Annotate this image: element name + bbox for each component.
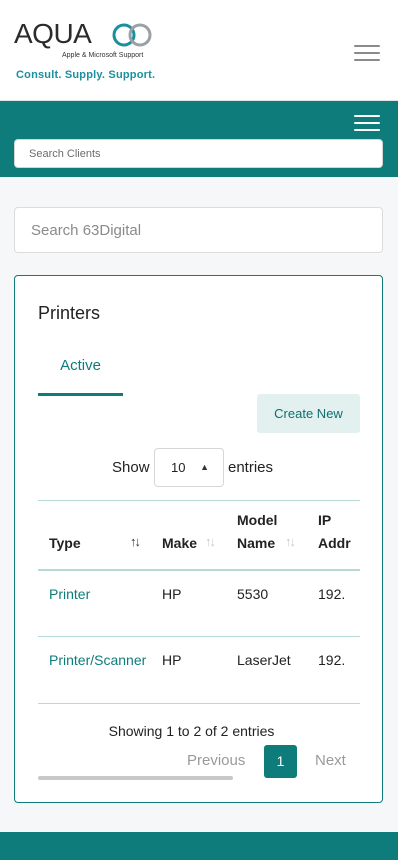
logo-rings-icon [112, 23, 152, 47]
column-header-label: Make [162, 534, 198, 551]
footer-bar [0, 832, 398, 860]
column-header-type[interactable]: Type ↑↓ [38, 500, 162, 571]
select-updown-icon: ▲ [200, 462, 209, 472]
tab-active[interactable]: Active [38, 354, 123, 396]
logo-wordmark: AQUA [14, 18, 92, 49]
sort-icon: ↑↓ [285, 533, 296, 549]
cell-ip: 192. [318, 569, 360, 637]
sort-icon: ↑↓ [205, 533, 216, 549]
top-header: AQUA Apple & Microsoft Support Consult. … [0, 0, 398, 101]
entries-per-page-value: 10 [171, 460, 186, 475]
column-header-model-name[interactable]: Model Name ↑↓ [237, 500, 318, 571]
aqua-logo[interactable]: AQUA Apple & Microsoft Support Consult. … [14, 18, 174, 88]
hamburger-menu-icon[interactable] [354, 45, 380, 63]
global-search-input[interactable] [14, 207, 383, 253]
pagination-previous[interactable]: Previous [187, 752, 245, 769]
printers-panel: Printers Active Create New Show 10 ▲ ent… [14, 275, 383, 803]
cell-make: HP [162, 636, 237, 704]
search-clients-input[interactable] [14, 139, 383, 168]
table-header-row: Type ↑↓ Make ↑↓ Model Name ↑↓ IP Addr [38, 500, 360, 571]
column-header-label-line2: Name [237, 534, 276, 551]
entries-per-page-select[interactable]: 10 ▲ [154, 448, 224, 487]
column-header-label-line2: Addr [318, 534, 351, 551]
horizontal-scrollbar[interactable] [38, 776, 233, 780]
table-row[interactable]: Printer HP 5530 192. [38, 569, 360, 637]
printers-table-scroll[interactable]: Type ↑↓ Make ↑↓ Model Name ↑↓ IP Addr Pr… [38, 500, 360, 718]
pagination-page-1[interactable]: 1 [264, 745, 297, 778]
logo-subtitle: Apple & Microsoft Support [62, 52, 144, 59]
column-header-label: IP [318, 511, 332, 528]
column-header-make[interactable]: Make ↑↓ [162, 500, 237, 571]
panel-title: Printers [38, 303, 101, 323]
create-new-button[interactable]: Create New [257, 394, 360, 433]
table-info-text: Showing 1 to 2 of 2 entries [108, 723, 275, 739]
show-label: Show [112, 459, 150, 476]
client-menu-hamburger-icon[interactable] [354, 115, 380, 133]
table-row[interactable]: Printer/Scanner HP LaserJet 192. [38, 636, 360, 704]
printer-type-link[interactable]: Printer/Scanner [49, 652, 146, 668]
cell-make: HP [162, 569, 237, 637]
printers-table: Type ↑↓ Make ↑↓ Model Name ↑↓ IP Addr Pr… [38, 500, 360, 704]
sort-asc-icon: ↑↓ [130, 533, 141, 549]
column-header-label: Model [237, 511, 278, 528]
column-header-ip-address[interactable]: IP Addr [318, 500, 360, 571]
column-header-label: Type [49, 534, 81, 551]
entries-label: entries [228, 459, 274, 476]
cell-model: 5530 [237, 569, 318, 637]
cell-model: LaserJet [237, 636, 318, 704]
logo-tagline: Consult. Supply. Support. [16, 69, 156, 81]
printer-type-link[interactable]: Printer [49, 586, 90, 602]
client-bar [0, 101, 398, 177]
pagination-next[interactable]: Next [315, 752, 346, 769]
length-menu: Show 10 ▲ entries [15, 448, 382, 488]
cell-ip: 192. [318, 636, 360, 704]
